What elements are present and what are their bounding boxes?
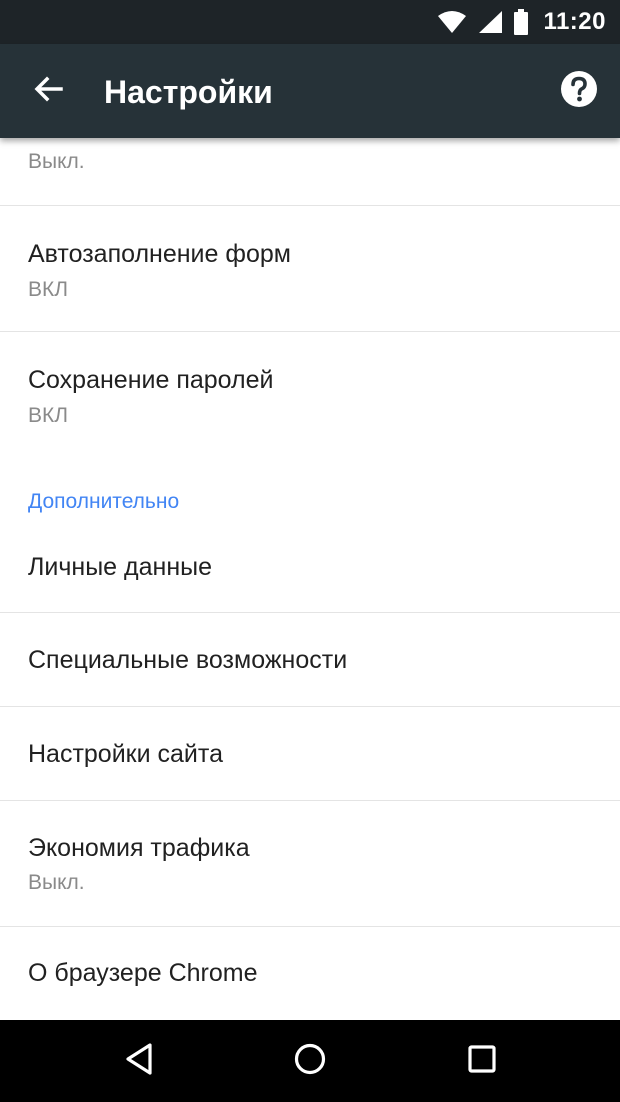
status-icons: 11:20 xyxy=(437,0,606,44)
back-button[interactable] xyxy=(22,65,74,117)
settings-item-label: Сохранение паролей xyxy=(28,366,274,394)
settings-item-partial[interactable]: Выкл. xyxy=(0,138,620,206)
arrow-back-icon xyxy=(32,73,64,110)
settings-item-label: Автозаполнение форм xyxy=(28,240,291,268)
status-time: 11:20 xyxy=(543,8,606,35)
app-toolbar: Настройки xyxy=(0,44,620,138)
wifi-icon xyxy=(437,10,467,34)
settings-item-value: Выкл. xyxy=(28,871,85,894)
settings-item-accessibility[interactable]: Специальные возможности xyxy=(0,613,620,707)
help-icon xyxy=(559,69,599,114)
settings-item-site-settings[interactable]: Настройки сайта xyxy=(0,707,620,801)
settings-item-passwords[interactable]: Сохранение паролей ВКЛ xyxy=(0,332,620,458)
settings-item-label: О браузере Chrome xyxy=(28,959,258,987)
settings-item-label: Настройки сайта xyxy=(28,740,223,768)
settings-item-value: ВКЛ xyxy=(28,278,69,301)
nav-recents-icon xyxy=(467,1044,497,1079)
nav-back-button[interactable] xyxy=(114,1035,166,1087)
status-bar: 11:20 xyxy=(0,0,620,44)
settings-item-label: Личные данные xyxy=(28,553,212,581)
signal-icon xyxy=(477,10,503,34)
settings-item-data-saver[interactable]: Экономия трафика Выкл. xyxy=(0,801,620,927)
battery-icon xyxy=(513,9,529,35)
page-title: Настройки xyxy=(104,74,273,110)
settings-item-label: Экономия трафика xyxy=(28,834,250,862)
nav-back-icon xyxy=(123,1042,157,1081)
settings-item-personal-data[interactable]: Личные данные xyxy=(0,532,620,613)
settings-item-about[interactable]: О браузере Chrome xyxy=(0,927,620,1020)
settings-item-value: ВКЛ xyxy=(28,404,69,427)
nav-home-button[interactable] xyxy=(284,1035,336,1087)
settings-list: Выкл. Автозаполнение форм ВКЛ Сохранение… xyxy=(0,138,620,1020)
settings-item-autofill[interactable]: Автозаполнение форм ВКЛ xyxy=(0,206,620,332)
section-header-advanced: Дополнительно xyxy=(28,490,180,513)
nav-recents-button[interactable] xyxy=(456,1035,508,1087)
help-button[interactable] xyxy=(556,68,602,114)
settings-item-value: Выкл. xyxy=(28,150,85,173)
navigation-bar xyxy=(0,1020,620,1102)
nav-home-icon xyxy=(293,1042,327,1081)
settings-item-label: Специальные возможности xyxy=(28,646,348,674)
